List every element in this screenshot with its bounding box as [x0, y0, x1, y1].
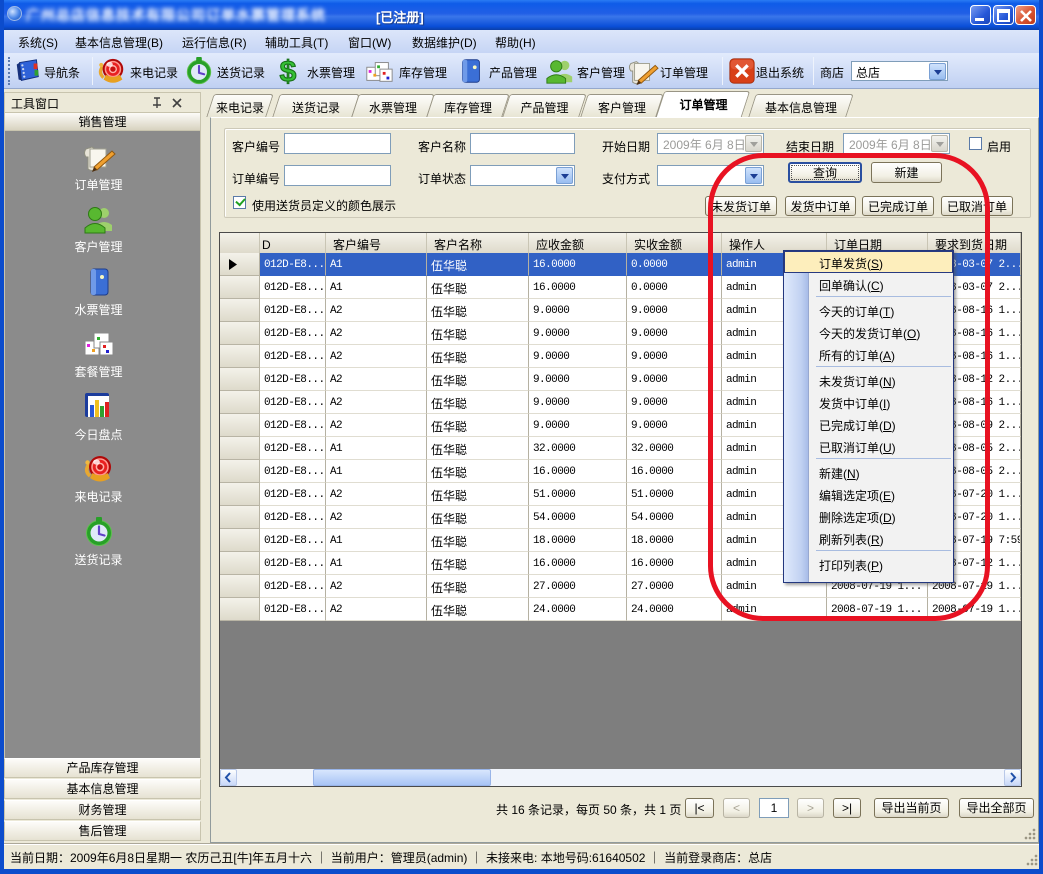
svg-text:$: $: [280, 55, 297, 85]
